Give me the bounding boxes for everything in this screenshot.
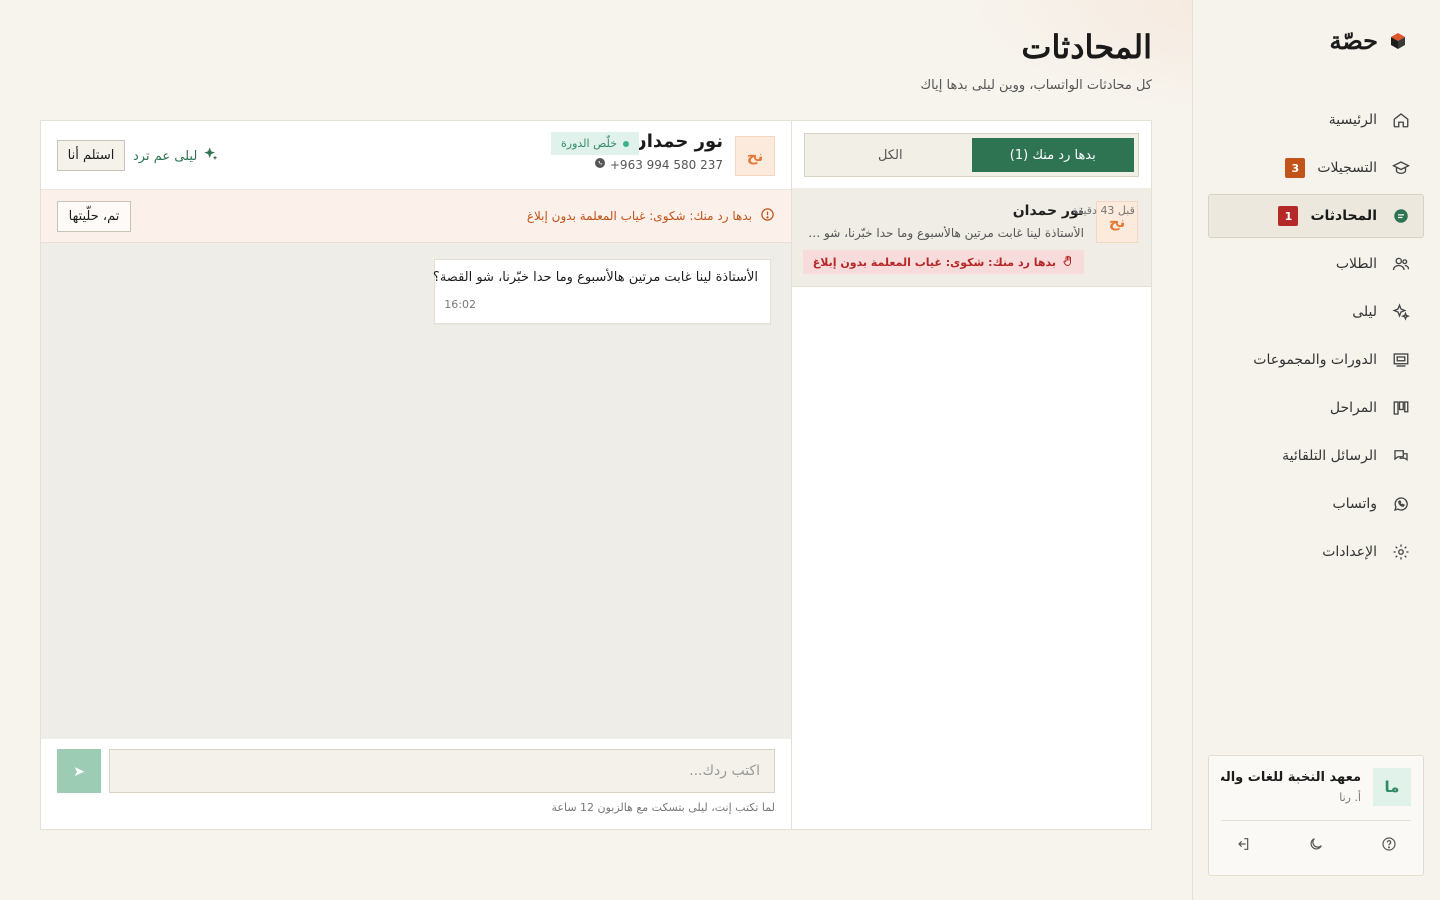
brand[interactable]: حصّة — [1329, 26, 1408, 55]
sidebar-item-auto-messages[interactable]: الرسائل التلقائية — [1208, 434, 1424, 478]
brand-name: حصّة — [1329, 26, 1378, 55]
gear-icon — [1391, 542, 1411, 562]
divider — [1221, 820, 1411, 821]
org-actions — [1221, 834, 1411, 856]
sidebar-item-registrations[interactable]: التسجيلات 3 — [1208, 146, 1424, 190]
conversation-tabs: بدها رد منك (1) الكل — [804, 133, 1139, 177]
composer: ➤ لما تكتب إنت، ليلى بتسكت مع هالزبون 12… — [41, 739, 791, 829]
sidebar-item-label: المحادثات — [1310, 208, 1377, 224]
complaint-alert: بدها رد منك: شكوى: غياب المعلمة بدون إبل… — [527, 207, 775, 225]
help-icon[interactable] — [1379, 834, 1399, 854]
message-bubble: الأستاذة لينا غابت مرتين هالأسبوع وما حد… — [432, 259, 771, 324]
contact-phone: +963 994 580 237 — [594, 157, 723, 172]
take-over-button[interactable]: استلم أنا — [57, 140, 125, 171]
sidebar-item-courses[interactable]: الدورات والمجموعات — [1208, 338, 1424, 382]
home-icon — [1391, 110, 1411, 130]
alert-circle-icon — [760, 207, 775, 225]
hand-icon — [1062, 255, 1074, 270]
whatsapp-icon — [1391, 494, 1411, 514]
conversation-time: قبل 43 دقيقة — [1072, 204, 1135, 217]
conversation-list: بدها رد منك (1) الكل نح نور حمدان قبل 43… — [791, 121, 1151, 829]
tab-all[interactable]: الكل — [809, 138, 972, 172]
graduation-cap-icon — [1391, 158, 1411, 178]
chat-header: نح نور حمدان خلّص الدورة +963 994 580 23… — [41, 121, 791, 190]
tab-needs-reply[interactable]: بدها رد منك (1) — [971, 138, 1134, 172]
organization-card: ما معهد النخبة للغات والت... أ. رنا — [1208, 755, 1424, 876]
needs-reply-badge: بدها رد منك: شكوى: غياب المعلمة بدون إبل… — [802, 250, 1084, 274]
org-avatar: ما — [1373, 768, 1411, 806]
reply-input[interactable] — [109, 749, 775, 793]
sidebar-item-label: الرئيسية — [1328, 112, 1377, 128]
sidebar-item-label: الإعدادات — [1322, 544, 1377, 560]
complaint-alert-text: بدها رد منك: شكوى: غياب المعلمة بدون إبل… — [526, 209, 752, 223]
sidebar-item-stages[interactable]: المراحل — [1208, 386, 1424, 430]
sidebar-item-label: المراحل — [1329, 400, 1377, 416]
users-icon — [1391, 254, 1411, 274]
status-badge: خلّص الدورة — [551, 132, 639, 155]
status-text: خلّص الدورة — [561, 137, 617, 150]
message-thread: الأستاذة لينا غابت مرتين هالأسبوع وما حد… — [41, 243, 791, 739]
logout-icon[interactable] — [1233, 834, 1253, 854]
complaint-alert-bar: بدها رد منك: شكوى: غياب المعلمة بدون إبل… — [41, 190, 791, 243]
resolve-button[interactable]: تم، حلّيتها — [57, 201, 131, 232]
sidebar-item-conversations[interactable]: المحادثات 1 — [1208, 194, 1424, 238]
send-button[interactable]: ➤ — [57, 749, 101, 793]
sidebar-item-label: الدورات والمجموعات — [1253, 352, 1377, 368]
presentation-board-icon — [1391, 350, 1411, 370]
chat-bubble-icon — [1391, 206, 1411, 226]
list-item[interactable]: نح نور حمدان قبل 43 دقيقة الأستاذة لينا … — [792, 188, 1151, 287]
sparkles-icon — [1391, 302, 1411, 322]
sidebar: حصّة الرئيسية التسجيلات 3 المحادثات 1 ال… — [1192, 0, 1440, 900]
sidebar-nav: الرئيسية التسجيلات 3 المحادثات 1 الطلاب — [1208, 98, 1424, 578]
status-dot — [623, 140, 629, 147]
org-user-name: أ. رنا — [1339, 791, 1361, 804]
sidebar-item-label: واتساب — [1332, 496, 1377, 512]
composer-hint: لما تكتب إنت، ليلى بتسكت مع هالزبون 12 س… — [551, 801, 776, 814]
conversations-count-badge: 1 — [1278, 206, 1299, 226]
avatar: نح — [735, 136, 775, 176]
sidebar-item-whatsapp[interactable]: واتساب — [1208, 482, 1424, 526]
sidebar-item-home[interactable]: الرئيسية — [1208, 98, 1424, 142]
send-icon: ➤ — [73, 762, 85, 779]
laila-status: ليلى عم ترد — [133, 146, 219, 166]
phone-number: +963 994 580 237 — [609, 157, 723, 172]
sidebar-item-label: الرسائل التلقائية — [1282, 448, 1377, 464]
registrations-count-badge: 3 — [1285, 158, 1306, 178]
laila-status-text: ليلى عم ترد — [133, 148, 198, 164]
conversation-preview: الأستاذة لينا غابت مرتين هالأسبوع وما حد… — [806, 226, 1084, 240]
sidebar-item-students[interactable]: الطلاب — [1208, 242, 1424, 286]
conversations-panel: بدها رد منك (1) الكل نح نور حمدان قبل 43… — [40, 120, 1152, 830]
chat-bubbles-icon — [1391, 446, 1411, 466]
whatsapp-icon — [594, 157, 606, 172]
sidebar-item-settings[interactable]: الإعدادات — [1208, 530, 1424, 574]
message-text: الأستاذة لينا غابت مرتين هالأسبوع وما حد… — [432, 270, 758, 285]
kanban-icon — [1391, 398, 1411, 418]
brand-cube-icon — [1388, 31, 1408, 51]
org-name: معهد النخبة للغات والت... — [1221, 770, 1361, 785]
page-subtitle: كل محادثات الواتساب، ووين ليلى بدها إياك — [920, 78, 1152, 93]
sidebar-item-label: الطلاب — [1335, 256, 1377, 272]
sidebar-item-label: ليلى — [1352, 304, 1377, 320]
chat-panel: نح نور حمدان خلّص الدورة +963 994 580 23… — [41, 121, 791, 829]
sidebar-item-label: التسجيلات — [1317, 160, 1377, 176]
moon-icon[interactable] — [1306, 834, 1326, 854]
contact-name: نور حمدان — [631, 131, 723, 152]
page-title: المحادثات — [1021, 28, 1152, 66]
sidebar-item-laila[interactable]: ليلى — [1208, 290, 1424, 334]
sparkles-icon — [203, 146, 219, 166]
needs-reply-text: بدها رد منك: شكوى: غياب المعلمة بدون إبل… — [812, 255, 1056, 269]
message-time: 16:02 — [444, 298, 476, 311]
